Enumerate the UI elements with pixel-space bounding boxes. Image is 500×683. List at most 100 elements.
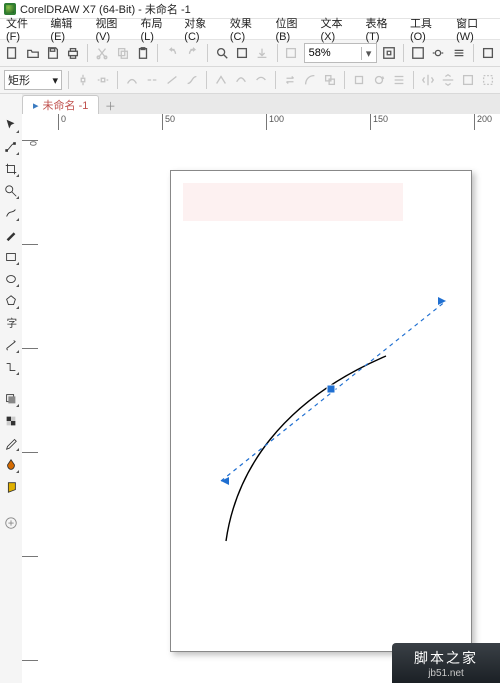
align-nodes-button[interactable] <box>391 70 407 90</box>
ruler-vertical[interactable]: 0 <box>22 130 39 683</box>
artistic-media-tool[interactable] <box>2 226 20 244</box>
show-rulers-button[interactable] <box>430 43 446 63</box>
cut-button[interactable] <box>94 43 110 63</box>
crop-tool[interactable] <box>2 160 20 178</box>
rectangle-tool[interactable] <box>2 248 20 266</box>
curve-node[interactable] <box>327 385 335 393</box>
delete-node-button[interactable] <box>95 70 111 90</box>
document-tab-label: 未命名 -1 <box>43 97 89 113</box>
tangent-handle-line[interactable] <box>221 301 446 481</box>
quick-customize-button[interactable] <box>2 514 20 532</box>
zoom-input[interactable] <box>305 47 361 59</box>
elastic-mode-button[interactable] <box>460 70 476 90</box>
ruler-tick: 100 <box>266 114 284 130</box>
publish-button[interactable] <box>283 43 299 63</box>
select-all-nodes-button[interactable] <box>480 70 496 90</box>
menu-item[interactable]: 窗口(W) <box>456 15 494 43</box>
options-button[interactable] <box>450 43 466 63</box>
shape-tool[interactable] <box>2 138 20 156</box>
search-button[interactable] <box>213 43 229 63</box>
interactive-fill-tool[interactable] <box>2 456 20 474</box>
to-line-button[interactable] <box>164 70 180 90</box>
menu-item[interactable]: 位图(B) <box>275 15 310 43</box>
color-eyedropper-tool[interactable] <box>2 434 20 452</box>
smart-fill-tool[interactable] <box>2 478 20 496</box>
document-tab[interactable]: ▸ 未命名 -1 <box>22 95 99 114</box>
menu-item[interactable]: 对象(C) <box>184 15 220 43</box>
separator <box>157 44 158 62</box>
workspace: 字 ▸ 未命名 -1 ＋ 050100150200 0 <box>0 94 500 683</box>
connector-tool[interactable] <box>2 358 20 376</box>
symm-node-button[interactable] <box>253 70 269 90</box>
pick-tool[interactable] <box>2 116 20 134</box>
smooth-node-button[interactable] <box>233 70 249 90</box>
rotate-nodes-button[interactable] <box>371 70 387 90</box>
ruler-tick: 0 <box>22 140 38 146</box>
ruler-tick: 150 <box>370 114 388 130</box>
reflect-v-button[interactable] <box>440 70 456 90</box>
full-screen-button[interactable] <box>381 43 397 63</box>
to-curve-button[interactable] <box>184 70 200 90</box>
copy-button[interactable] <box>115 43 131 63</box>
zoom-dropdown-icon[interactable]: ▾ <box>361 47 376 60</box>
freehand-tool[interactable] <box>2 204 20 222</box>
extract-sub-button[interactable] <box>322 70 338 90</box>
add-node-button[interactable] <box>75 70 91 90</box>
watermark-badge: 脚本之家 jb51.net <box>392 643 500 683</box>
menu-item[interactable]: 工具(O) <box>410 15 446 43</box>
shape-preset-label: 矩形 <box>8 72 30 88</box>
menu-item[interactable]: 布局(L) <box>140 15 174 43</box>
print-button[interactable] <box>65 43 81 63</box>
new-doc-button[interactable] <box>4 43 20 63</box>
zoom-combo[interactable]: ▾ <box>304 43 377 63</box>
cusp-node-button[interactable] <box>213 70 229 90</box>
standard-toolbar: ▾ <box>0 40 500 67</box>
ruler-tick <box>22 244 38 245</box>
shape-preset-combo[interactable]: 矩形 ▾ <box>4 70 62 90</box>
launch-button[interactable] <box>480 43 496 63</box>
menu-item[interactable]: 效果(C) <box>230 15 266 43</box>
page[interactable] <box>170 170 472 652</box>
undo-button[interactable] <box>164 43 180 63</box>
save-button[interactable] <box>45 43 61 63</box>
join-nodes-button[interactable] <box>124 70 140 90</box>
menu-item[interactable]: 视图(V) <box>95 15 130 43</box>
menu-item[interactable]: 文件(F) <box>6 15 40 43</box>
add-document-button[interactable]: ＋ <box>101 98 119 114</box>
separator <box>403 44 404 62</box>
separator <box>473 44 474 62</box>
transparency-tool[interactable] <box>2 412 20 430</box>
redo-button[interactable] <box>184 43 200 63</box>
drop-shadow-tool[interactable] <box>2 390 20 408</box>
svg-text:字: 字 <box>7 317 18 330</box>
break-nodes-button[interactable] <box>144 70 160 90</box>
text-tool[interactable]: 字 <box>2 314 20 332</box>
menu-item[interactable]: 编辑(E) <box>50 15 85 43</box>
canvas[interactable] <box>38 130 500 683</box>
watermark-url: jb51.net <box>428 668 464 679</box>
polygon-tool[interactable] <box>2 292 20 310</box>
separator <box>117 71 118 89</box>
extend-curve-button[interactable] <box>302 70 318 90</box>
reverse-dir-button[interactable] <box>282 70 298 90</box>
stretch-nodes-button[interactable] <box>351 70 367 90</box>
separator <box>344 71 345 89</box>
paste-button[interactable] <box>135 43 151 63</box>
menu-item[interactable]: 表格(T) <box>366 15 400 43</box>
import-button[interactable] <box>234 43 250 63</box>
parallel-dim-tool[interactable] <box>2 336 20 354</box>
snap-button[interactable] <box>410 43 426 63</box>
open-button[interactable] <box>24 43 40 63</box>
ruler-horizontal[interactable]: 050100150200 <box>22 114 500 131</box>
ellipse-tool[interactable] <box>2 270 20 288</box>
zoom-tool[interactable] <box>2 182 20 200</box>
bezier-curve-path[interactable] <box>226 356 386 541</box>
separator <box>207 44 208 62</box>
tangent-arrow-end[interactable] <box>438 297 446 305</box>
tangent-arrow-start[interactable] <box>221 477 229 485</box>
ruler-tick: 0 <box>58 114 66 130</box>
reflect-h-button[interactable] <box>420 70 436 90</box>
ruler-tick <box>22 452 38 453</box>
export-button[interactable] <box>254 43 270 63</box>
menu-item[interactable]: 文本(X) <box>321 15 356 43</box>
